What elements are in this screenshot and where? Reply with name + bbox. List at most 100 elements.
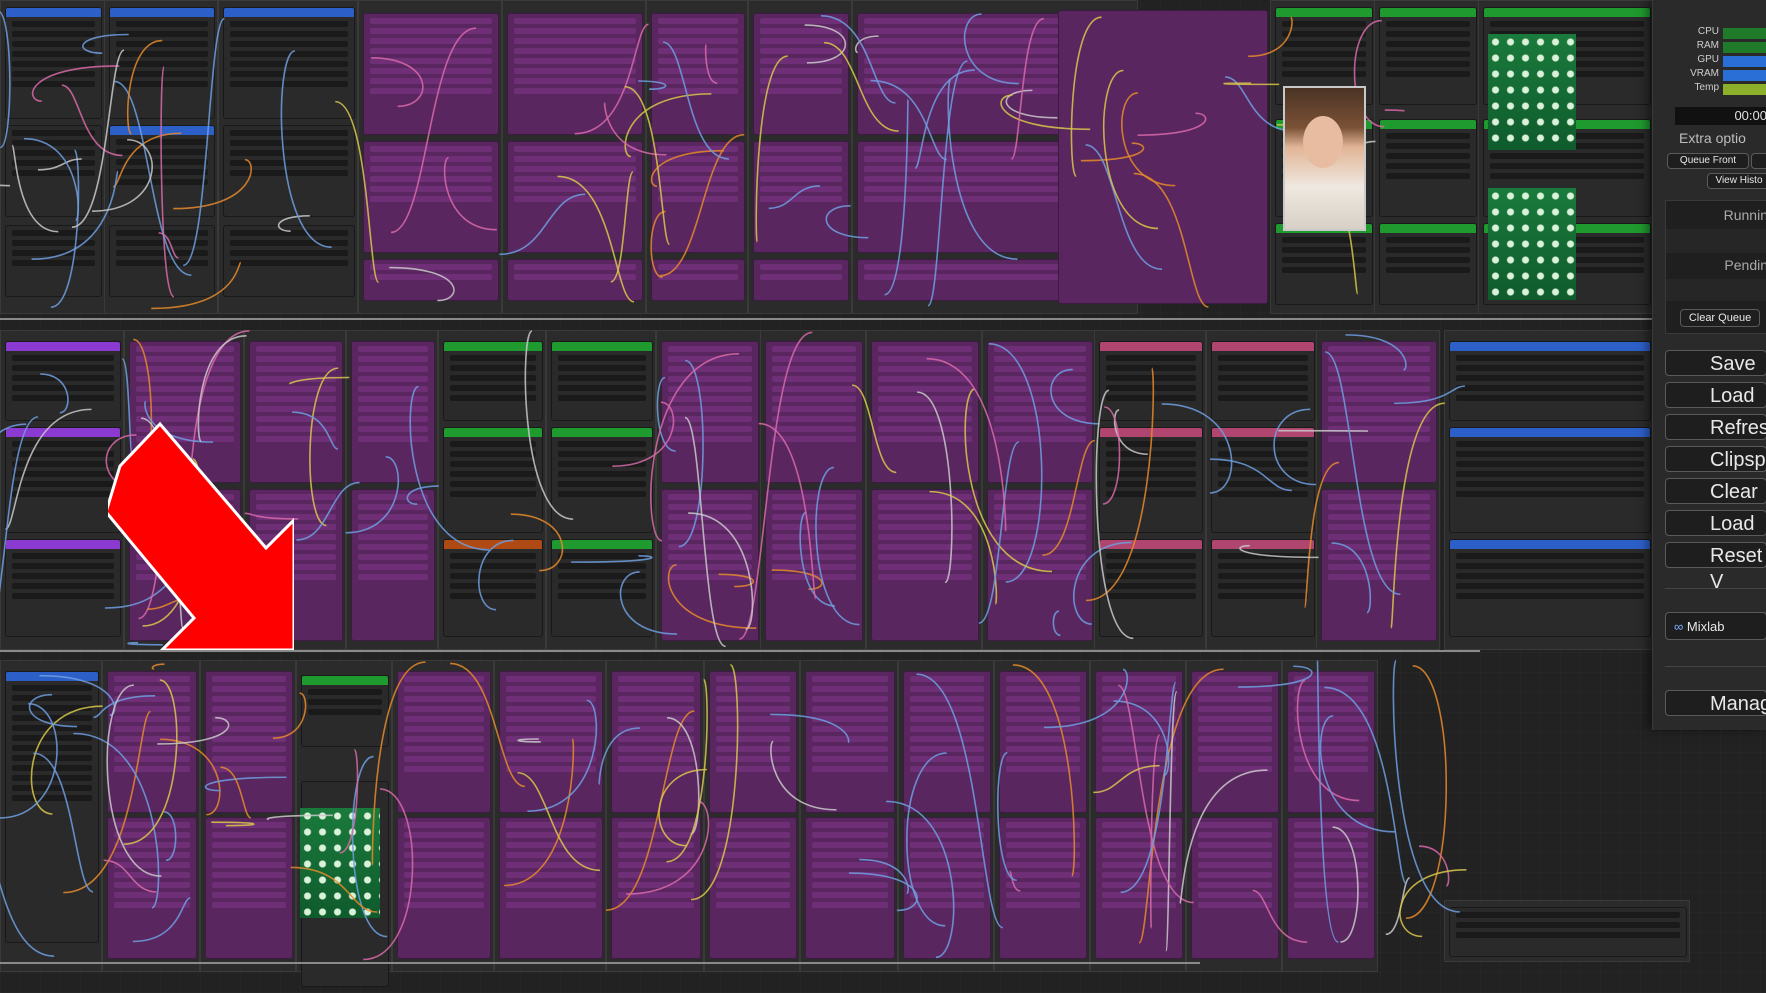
wire [650, 210, 666, 279]
view-history-button[interactable]: View Histo [1707, 173, 1766, 189]
wire [1332, 826, 1359, 943]
preview-image-portrait [1283, 86, 1366, 231]
wire [0, 184, 11, 187]
wire [606, 710, 695, 911]
wire [804, 24, 847, 64]
wire [1043, 668, 1129, 729]
wire [390, 27, 477, 234]
wire [4, 408, 92, 531]
wire [132, 897, 191, 943]
queue-timer: 00:00 [1675, 107, 1766, 125]
portrait-face [1303, 116, 1343, 168]
wire [1385, 877, 1411, 936]
monitor-label-ram: RAM [1696, 40, 1719, 51]
wire [335, 100, 380, 284]
queue-list: Runnin Pendin Clear Queue [1665, 200, 1766, 334]
wire [450, 662, 525, 788]
manager-button[interactable]: Manag [1665, 690, 1766, 716]
wire [598, 727, 640, 786]
wire [73, 732, 160, 909]
pending-area [1666, 279, 1766, 301]
monitor-bar-temp [1723, 84, 1766, 95]
wire [1325, 351, 1401, 596]
wire [163, 811, 177, 862]
wire [1137, 112, 1207, 136]
monitor-bar-cpu [1723, 28, 1766, 39]
node-graph-canvas[interactable] [0, 0, 1766, 993]
queue-front-button[interactable]: Queue Front [1667, 153, 1749, 169]
wire [0, 423, 27, 434]
wire [1239, 544, 1319, 559]
menu-button-0[interactable]: Save [1665, 350, 1766, 376]
wire [610, 171, 634, 283]
wire [289, 376, 350, 385]
wire [1093, 764, 1160, 794]
wire [126, 39, 163, 135]
wire [71, 49, 125, 228]
wire [964, 388, 1053, 573]
mixlab-button[interactable]: ∞ Mixlab [1665, 612, 1766, 640]
pending-label: Pendin [1724, 257, 1766, 273]
menu-button-4[interactable]: Clear [1665, 478, 1766, 504]
infinity-icon: ∞ [1674, 619, 1684, 634]
wire [1042, 439, 1096, 556]
wire [666, 717, 700, 835]
wire [1010, 17, 1045, 160]
wire [1248, 16, 1293, 58]
wire [854, 35, 879, 54]
wire [916, 673, 1004, 929]
wire [678, 359, 704, 548]
menu-button-2[interactable]: Refres [1665, 414, 1766, 440]
wire [1121, 92, 1176, 187]
wire [815, 466, 860, 626]
wire [1052, 610, 1061, 637]
wire [82, 33, 129, 54]
wire [929, 490, 998, 605]
wire [510, 513, 564, 572]
wire [103, 859, 157, 893]
wire [1117, 684, 1194, 904]
wire [292, 411, 339, 450]
wire [517, 771, 600, 872]
wire [160, 65, 175, 298]
menu-button-1[interactable]: Load [1665, 382, 1766, 408]
menu-button-5[interactable]: Load De [1665, 510, 1766, 561]
wire [443, 156, 497, 231]
wire [173, 158, 252, 210]
wire [848, 872, 918, 912]
wire [1102, 406, 1121, 505]
menu-button-3[interactable]: Clipspa [1665, 446, 1766, 472]
wire [1050, 368, 1100, 425]
wire [1113, 700, 1170, 777]
wire [290, 866, 378, 913]
wire [114, 80, 192, 277]
menu-divider [1665, 588, 1766, 589]
wire [527, 699, 598, 812]
wire [266, 814, 333, 821]
mixlab-label: Mixlab [1686, 619, 1725, 634]
wire [524, 330, 574, 520]
wire [1133, 172, 1209, 308]
wire [1345, 334, 1407, 371]
wire [1161, 403, 1233, 494]
wire [851, 384, 897, 474]
queue-toggle-button[interactable] [1751, 153, 1766, 169]
wire [947, 78, 1018, 260]
clear-queue-button[interactable]: Clear Queue [1680, 309, 1760, 327]
wire [0, 416, 39, 594]
wire [158, 232, 179, 259]
wire [688, 512, 754, 631]
arrow-shape [104, 421, 296, 652]
wire [1405, 665, 1448, 920]
wire [272, 692, 307, 740]
menu-button-6[interactable]: Reset V [1665, 542, 1766, 593]
monitor-bar-vram [1723, 70, 1766, 81]
wire [160, 738, 221, 816]
wire [650, 149, 725, 188]
wire [978, 441, 1020, 624]
wire [37, 158, 82, 171]
monitor-label-gpu: GPU [1697, 54, 1719, 65]
wire [1103, 69, 1159, 230]
wire [1384, 109, 1405, 112]
wire [0, 11, 11, 149]
